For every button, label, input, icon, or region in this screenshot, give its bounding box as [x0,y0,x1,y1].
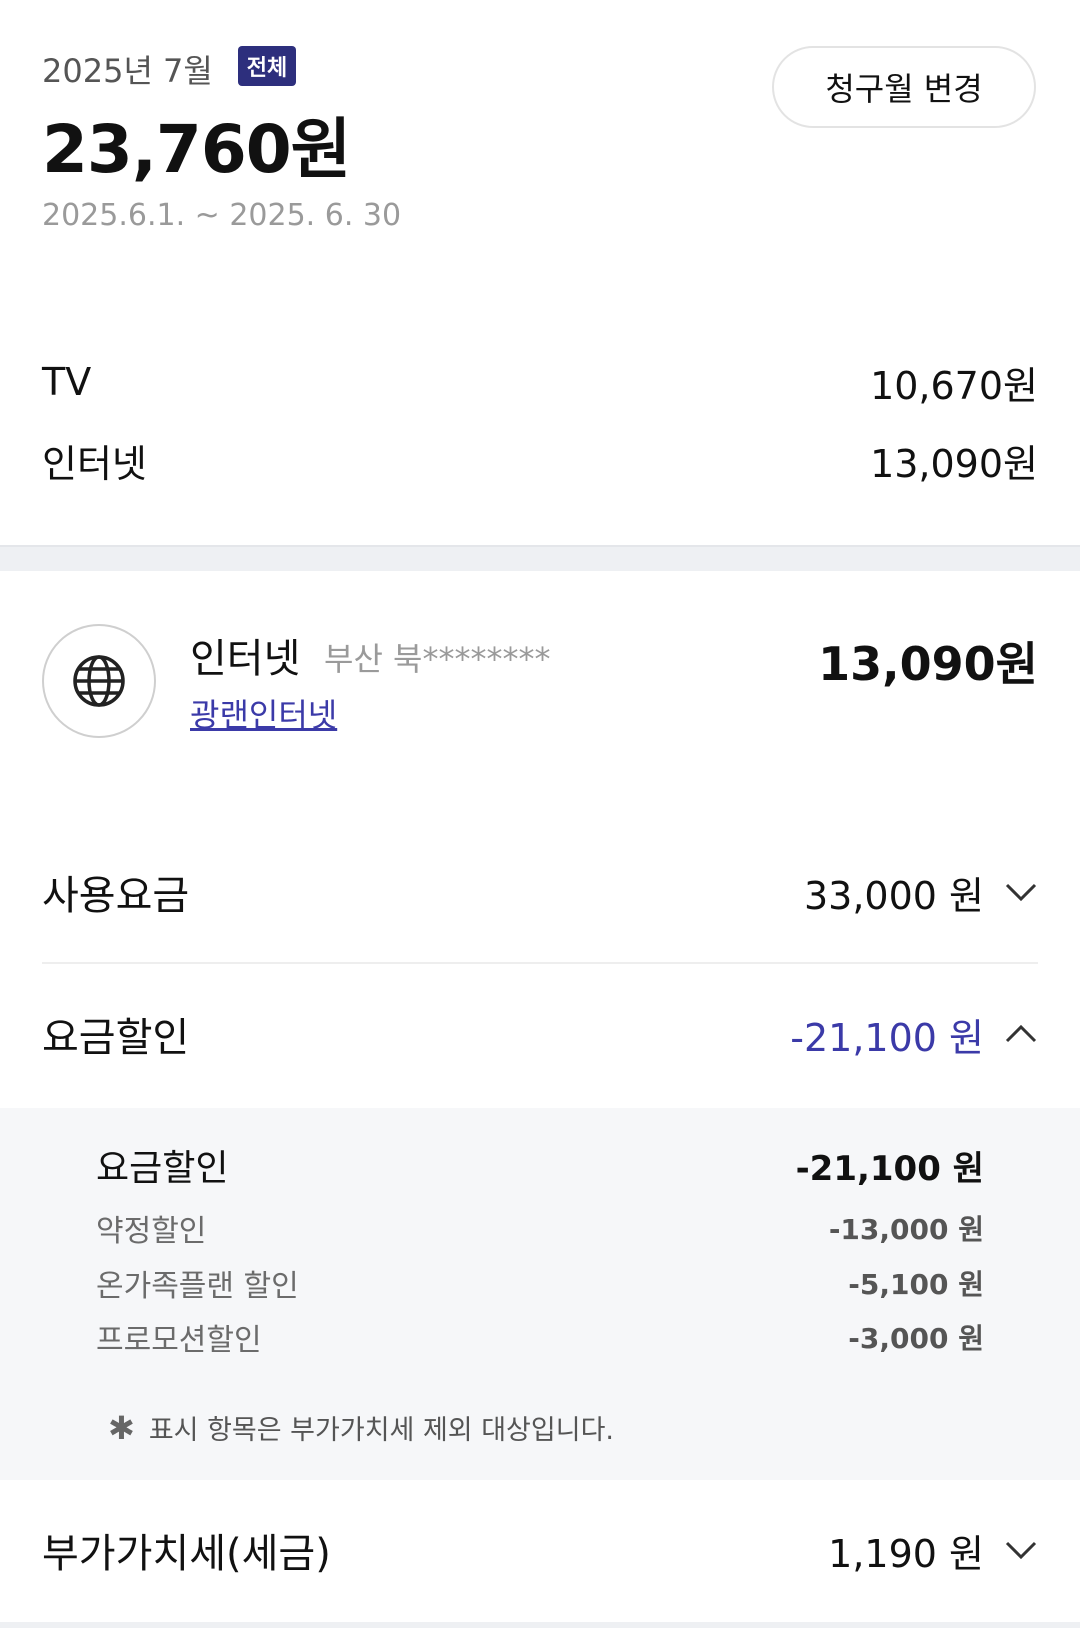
chevron-down-icon[interactable] [1004,882,1038,902]
globe-icon [73,655,125,707]
billing-period: 2025.6.1. ~ 2025. 6. 30 [42,198,402,233]
discount-item-label: 프로모션할인 [96,1323,262,1358]
usage-fee-label: 사용요금 [42,873,190,919]
discount-header-label: 요금할인 [96,1148,229,1189]
bottom-divider [0,1622,1080,1628]
summary-row-internet: 인터넷 13,090원 [42,430,1038,490]
discount-item-label: 약정할인 [96,1214,207,1249]
usage-fee-amount: 33,000 원 [803,873,984,918]
chevron-down-icon[interactable] [1004,1540,1038,1560]
service-location: 부산 북******** [324,640,551,678]
vat-amount: 1,190 원 [828,1531,984,1576]
discount-amount: -21,100 원 [790,1015,984,1060]
summary-label: TV [42,360,92,404]
row-divider [42,962,1038,964]
summary-amount: 13,090원 [870,441,1038,486]
discount-item-amount: -3,000 원 [848,1322,984,1355]
filter-badge: 전체 [238,46,296,86]
total-amount: 23,760원 [42,111,351,188]
asterisk-icon: ✱ [108,1408,135,1447]
discount-item-label: 온가족플랜 할인 [96,1269,299,1304]
billing-month-label: 2025년 7월 [42,52,213,90]
section-divider [0,545,1080,571]
discount-item: 프로모션할인 -3,000 원 [96,1316,984,1358]
discount-breakdown-header: 요금할인 -21,100 원 [96,1140,984,1190]
service-name: 인터넷 [190,636,301,682]
note-text: 표시 항목은 부가가치세 제외 대상입니다. [148,1415,615,1446]
service-icon-circle [42,624,156,738]
service-plan-link[interactable]: 광랜인터넷 [190,690,337,736]
discount-item-amount: -5,100 원 [848,1268,984,1301]
vat-exclusion-note: ✱ 표시 항목은 부가가치세 제외 대상입니다. [108,1408,614,1447]
usage-fee-row[interactable]: 사용요금 33,000 원 [42,862,1038,922]
summary-amount: 10,670원 [870,363,1038,408]
change-billing-month-button[interactable]: 청구월 변경 [772,46,1036,128]
discount-label: 요금할인 [42,1015,190,1061]
discount-item: 온가족플랜 할인 -5,100 원 [96,1262,984,1304]
vat-row[interactable]: 부가가치세(세금) 1,190 원 [42,1520,1038,1580]
discount-item-amount: -13,000 원 [828,1213,984,1246]
summary-row-tv: TV 10,670원 [42,352,1038,412]
discount-header-amount: -21,100 원 [795,1148,984,1189]
chevron-up-icon[interactable] [1004,1024,1038,1044]
service-amount: 13,090원 [818,637,1038,691]
summary-label: 인터넷 [42,441,147,486]
discount-item: 약정할인 -13,000 원 [96,1207,984,1249]
vat-label: 부가가치세(세금) [42,1531,331,1577]
discount-row[interactable]: 요금할인 -21,100 원 [42,1004,1038,1064]
